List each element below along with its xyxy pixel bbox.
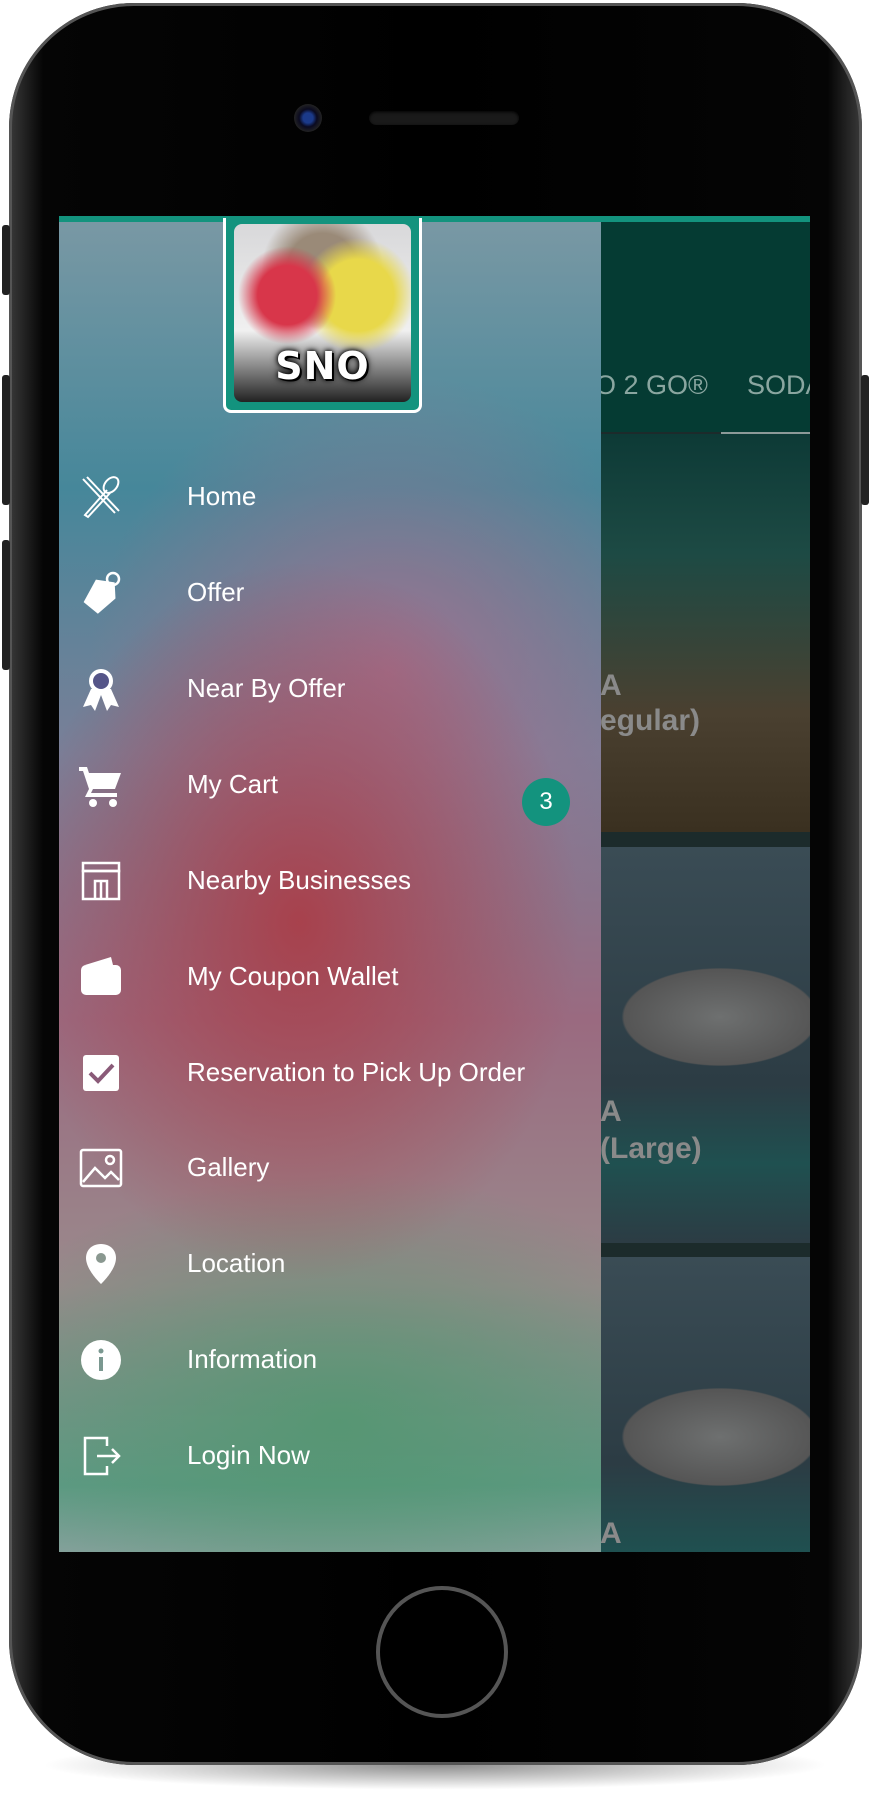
product-name: A: [600, 1095, 622, 1128]
menu-item-my-cart[interactable]: My Cart: [59, 745, 601, 825]
home-button[interactable]: [376, 1586, 508, 1718]
fork-spoon-icon: [82, 476, 120, 519]
menu-item-information[interactable]: Information: [59, 1320, 601, 1400]
menu-item-offer[interactable]: Offer: [59, 553, 601, 633]
product-card[interactable]: A (Large): [600, 847, 810, 1243]
volume-up-button: [2, 375, 10, 505]
product-size: egular): [600, 704, 701, 737]
product-card[interactable]: A egular): [600, 434, 810, 832]
logo-text: SNO: [275, 344, 370, 388]
menu-item-location[interactable]: Location: [59, 1224, 601, 1304]
product-card[interactable]: A: [600, 1257, 810, 1552]
menu-label: My Coupon Wallet: [187, 961, 399, 991]
menu-label: Near By Offer: [187, 673, 346, 703]
menu-label: My Cart: [187, 769, 278, 799]
power-button: [861, 375, 869, 505]
navigation-drawer: SNO Home Offer 3 Near By Offer My Cart N…: [59, 218, 601, 1552]
mute-switch: [2, 225, 10, 295]
menu-item-reservation[interactable]: Reservation to Pick Up Order: [59, 1033, 601, 1113]
menu-label: Login Now: [187, 1440, 310, 1470]
logo-image: SNO: [234, 224, 411, 402]
tab-2go[interactable]: O 2 GO®: [595, 370, 708, 401]
speaker-grille: [369, 111, 519, 125]
menu-label: Nearby Businesses: [187, 865, 411, 895]
menu-item-near-by-offer[interactable]: Near By Offer: [59, 649, 601, 729]
menu-label: Gallery: [187, 1152, 270, 1182]
tag-icon: [83, 571, 121, 614]
camera-icon: [294, 104, 322, 132]
wallet-icon: [81, 957, 121, 995]
menu-item-my-coupon-wallet[interactable]: My Coupon Wallet: [59, 937, 601, 1017]
volume-down-button: [2, 540, 10, 670]
image-icon: [79, 1148, 123, 1188]
menu-label: Location: [187, 1248, 286, 1278]
tab-soda[interactable]: SODA: [747, 370, 810, 401]
menu-item-home[interactable]: Home: [59, 457, 601, 537]
app-logo: SNO: [223, 218, 422, 413]
product-name: A: [600, 1517, 622, 1550]
menu-label: Offer: [187, 577, 245, 607]
info-icon: [81, 1340, 121, 1380]
checkbox-icon: [83, 1055, 119, 1091]
menu-label: Home: [187, 481, 257, 511]
app-screen: O 2 GO® SODA A egular) A (Large) A SNO H…: [59, 216, 810, 1552]
menu-item-login-now[interactable]: Login Now: [59, 1416, 601, 1496]
login-icon: [83, 1436, 121, 1476]
product-size: (Large): [600, 1132, 702, 1165]
menu-item-nearby-businesses[interactable]: Nearby Businesses: [59, 841, 601, 921]
storefront-icon: [81, 861, 121, 901]
cart-icon: [79, 767, 121, 807]
menu-label: Information: [187, 1344, 318, 1374]
location-pin-icon: [86, 1244, 116, 1284]
menu-item-gallery[interactable]: Gallery: [59, 1128, 601, 1208]
product-name: A: [600, 669, 622, 702]
menu-label: Reservation to Pick Up Order: [187, 1057, 526, 1087]
award-ribbon-icon: [83, 669, 119, 711]
